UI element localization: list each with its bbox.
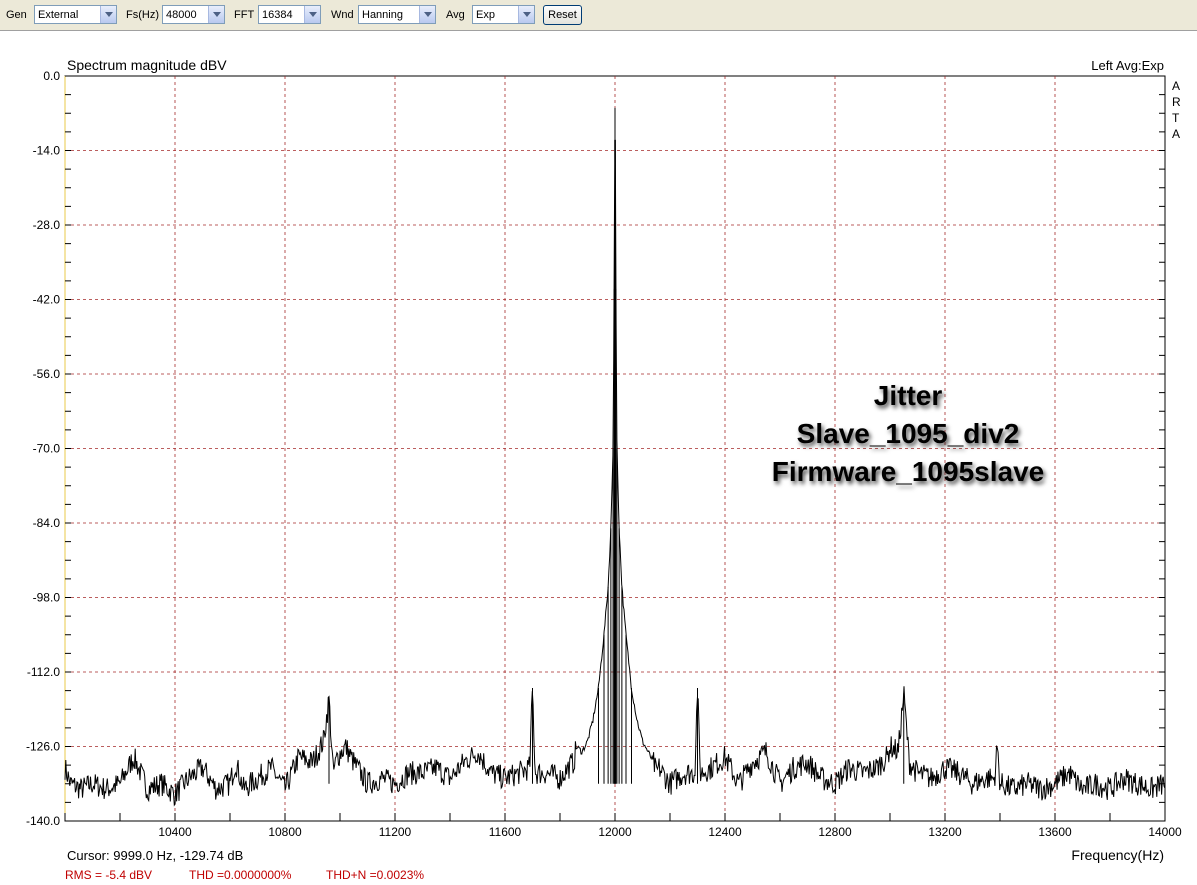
fft-label: FFT [234, 9, 255, 21]
arta-letter: A [1172, 79, 1181, 93]
y-tick-label: -70.0 [33, 442, 61, 456]
y-tick-label: -126.0 [26, 740, 60, 754]
reset-button[interactable]: Reset [543, 5, 582, 25]
y-tick-label: 0.0 [43, 69, 60, 83]
avg-label: Avg [446, 9, 465, 21]
chevron-down-icon[interactable] [518, 6, 534, 23]
arta-letter: R [1172, 95, 1181, 109]
spectrum-plot-area[interactable]: Spectrum magnitude dBV Left Avg:Exp Freq… [0, 31, 1197, 885]
wnd-label: Wnd [331, 9, 354, 21]
toolbar: Gen External Fs(Hz) 48000 FFT 16384 Wnd … [0, 0, 1197, 31]
x-tick-label: 10800 [268, 825, 302, 839]
chevron-down-icon[interactable] [304, 6, 320, 23]
gen-label: Gen [6, 9, 27, 21]
wnd-select[interactable]: Hanning [358, 5, 436, 24]
x-tick-label: 13200 [928, 825, 962, 839]
avg-select-value: Exp [476, 9, 495, 21]
fs-select[interactable]: 48000 [162, 5, 225, 24]
fft-select-value: 16384 [262, 9, 293, 21]
x-tick-label: 12400 [708, 825, 742, 839]
x-tick-label: 13600 [1038, 825, 1072, 839]
x-tick-label: 11600 [489, 825, 522, 839]
y-tick-label: -28.0 [33, 218, 61, 232]
x-tick-label: 11200 [379, 825, 412, 839]
chevron-down-icon[interactable] [208, 6, 224, 23]
annotation-line: Slave_1095_div2 [797, 418, 1020, 449]
fs-label: Fs(Hz) [126, 9, 159, 21]
arta-letter: A [1172, 127, 1181, 141]
y-tick-label: -98.0 [33, 591, 61, 605]
x-tick-label: 12800 [818, 825, 852, 839]
y-tick-label: -140.0 [26, 814, 60, 828]
x-tick-label: 10400 [158, 825, 192, 839]
channel-info: Left Avg:Exp [1091, 58, 1164, 73]
arta-letter: T [1172, 111, 1180, 125]
chevron-down-icon[interactable] [100, 6, 116, 23]
y-tick-label: -112.0 [27, 665, 60, 679]
annotation-line: Jitter [874, 380, 943, 411]
x-tick-label: 14000 [1148, 825, 1182, 839]
y-tick-label: -84.0 [33, 516, 61, 530]
rms-readout: RMS = -5.4 dBV [65, 868, 152, 882]
x-axis-label: Frequency(Hz) [1071, 847, 1164, 863]
chart-title: Spectrum magnitude dBV [67, 57, 227, 73]
y-tick-label: -56.0 [33, 367, 61, 381]
fs-select-value: 48000 [166, 9, 197, 21]
y-tick-label: -14.0 [33, 144, 61, 158]
gen-select[interactable]: External [34, 5, 117, 24]
annotation: Jitter Slave_1095_div2 Firmware_1095slave [772, 380, 1044, 487]
spectrum-chart[interactable]: Spectrum magnitude dBV Left Avg:Exp Freq… [0, 31, 1197, 885]
thdn-readout: THD+N =0.0023% [326, 868, 424, 882]
y-tick-label: -42.0 [33, 293, 61, 307]
fft-select[interactable]: 16384 [258, 5, 321, 24]
thd-readout: THD =0.0000000% [189, 868, 292, 882]
x-tick-label: 12000 [598, 825, 632, 839]
chevron-down-icon[interactable] [419, 6, 435, 23]
avg-select[interactable]: Exp [472, 5, 535, 24]
wnd-select-value: Hanning [362, 9, 403, 21]
cursor-readout: Cursor: 9999.0 Hz, -129.74 dB [67, 848, 243, 863]
gen-select-value: External [38, 9, 79, 21]
annotation-line: Firmware_1095slave [772, 456, 1044, 487]
